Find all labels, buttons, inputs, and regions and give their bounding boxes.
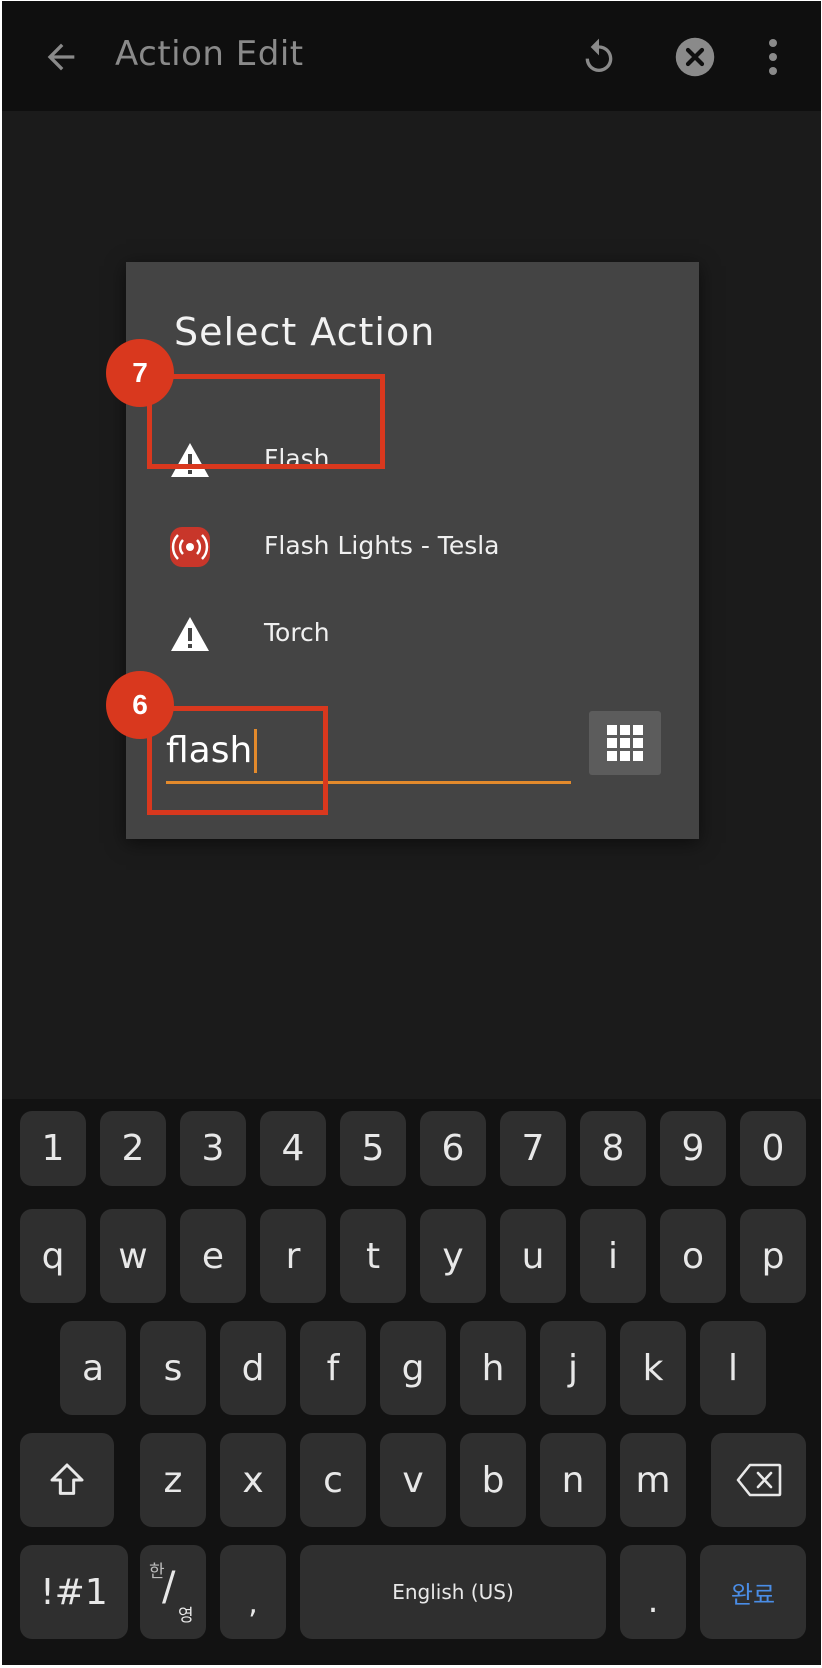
screen: Action Edit Select Action Flash Flash Li… xyxy=(2,1,821,1665)
key-x[interactable]: x xyxy=(220,1433,286,1527)
key-f[interactable]: f xyxy=(300,1321,366,1415)
more-options-button[interactable] xyxy=(747,26,799,88)
key-w[interactable]: w xyxy=(100,1209,166,1303)
key-d[interactable]: d xyxy=(220,1321,286,1415)
key-m[interactable]: m xyxy=(620,1433,686,1527)
clear-button[interactable] xyxy=(664,26,726,88)
page-title: Action Edit xyxy=(115,34,304,74)
key-1[interactable]: 1 xyxy=(20,1111,86,1186)
backspace-icon xyxy=(736,1463,781,1497)
action-label: Flash Lights - Tesla xyxy=(264,531,500,560)
more-vert-icon xyxy=(769,39,777,75)
key-8[interactable]: 8 xyxy=(580,1111,646,1186)
key-o[interactable]: o xyxy=(660,1209,726,1303)
shift-key[interactable] xyxy=(20,1433,114,1527)
key-h[interactable]: h xyxy=(460,1321,526,1415)
key-5[interactable]: 5 xyxy=(340,1111,406,1186)
key-j[interactable]: j xyxy=(540,1321,606,1415)
key-z[interactable]: z xyxy=(140,1433,206,1527)
key-2[interactable]: 2 xyxy=(100,1111,166,1186)
symbols-key[interactable]: !#1 xyxy=(20,1545,128,1639)
action-item-flash-lights-tesla[interactable]: Flash Lights - Tesla xyxy=(126,505,699,591)
comma-key[interactable]: , xyxy=(220,1545,286,1639)
key-s[interactable]: s xyxy=(140,1321,206,1415)
key-g[interactable]: g xyxy=(380,1321,446,1415)
key-a[interactable]: a xyxy=(60,1321,126,1415)
lang-label-english: 영 xyxy=(178,1606,194,1626)
action-label: Torch xyxy=(264,618,330,647)
lang-slash-icon: / xyxy=(162,1564,176,1610)
soft-keyboard: 1 2 3 4 5 6 7 8 9 0 q w e r t y u i o p … xyxy=(2,1099,821,1665)
key-r[interactable]: r xyxy=(260,1209,326,1303)
clear-icon xyxy=(675,37,715,77)
step-badge-6: 6 xyxy=(106,671,174,739)
key-u[interactable]: u xyxy=(500,1209,566,1303)
key-t[interactable]: t xyxy=(340,1209,406,1303)
key-b[interactable]: b xyxy=(460,1433,526,1527)
back-button[interactable] xyxy=(30,26,92,88)
highlight-box-search xyxy=(147,706,328,815)
step-badge-7: 7 xyxy=(106,339,174,407)
key-3[interactable]: 3 xyxy=(180,1111,246,1186)
key-7[interactable]: 7 xyxy=(500,1111,566,1186)
grid-button[interactable] xyxy=(589,711,661,775)
key-i[interactable]: i xyxy=(580,1209,646,1303)
key-n[interactable]: n xyxy=(540,1433,606,1527)
action-item-torch[interactable]: Torch xyxy=(126,592,699,678)
key-9[interactable]: 9 xyxy=(660,1111,726,1186)
space-key[interactable]: English (US) xyxy=(300,1545,606,1639)
arrow-back-icon xyxy=(47,43,75,71)
key-v[interactable]: v xyxy=(380,1433,446,1527)
key-c[interactable]: c xyxy=(300,1433,366,1527)
undo-icon xyxy=(585,38,613,72)
key-6[interactable]: 6 xyxy=(420,1111,486,1186)
period-key[interactable]: . xyxy=(620,1545,686,1639)
key-0[interactable]: 0 xyxy=(740,1111,806,1186)
key-y[interactable]: y xyxy=(420,1209,486,1303)
broadcast-icon xyxy=(168,525,212,569)
app-bar: Action Edit xyxy=(2,1,821,111)
grid-icon xyxy=(607,725,643,761)
highlight-box-flash xyxy=(147,374,385,469)
key-e[interactable]: e xyxy=(180,1209,246,1303)
dialog-title: Select Action xyxy=(174,310,436,354)
backspace-key[interactable] xyxy=(711,1433,806,1527)
warning-icon xyxy=(168,612,212,656)
key-p[interactable]: p xyxy=(740,1209,806,1303)
shift-icon xyxy=(50,1463,84,1495)
key-q[interactable]: q xyxy=(20,1209,86,1303)
key-4[interactable]: 4 xyxy=(260,1111,326,1186)
key-l[interactable]: l xyxy=(700,1321,766,1415)
undo-button[interactable] xyxy=(568,26,630,88)
done-key[interactable]: 완료 xyxy=(700,1545,806,1639)
key-k[interactable]: k xyxy=(620,1321,686,1415)
language-key[interactable]: 한 / 영 xyxy=(140,1545,206,1639)
